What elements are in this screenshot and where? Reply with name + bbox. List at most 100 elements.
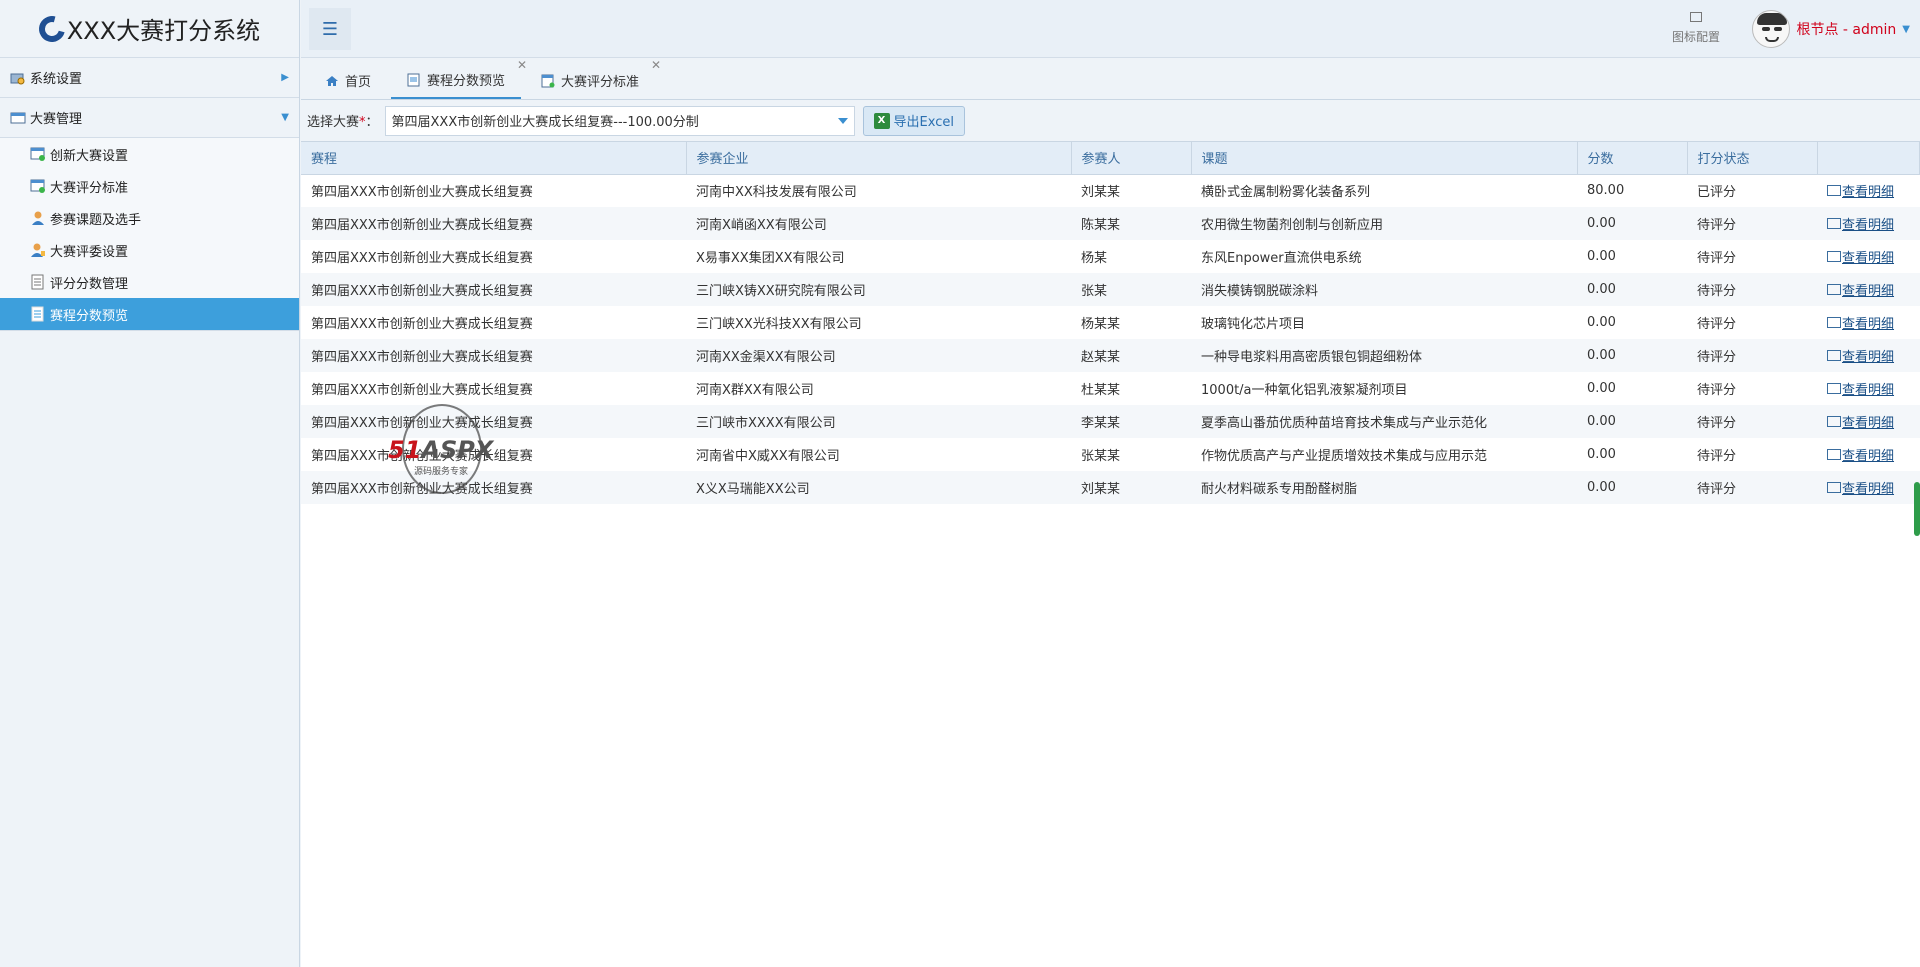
- tab-bar: 首页 赛程分数预览 ✕ 大赛评分标准 ✕: [301, 58, 1920, 100]
- table-cell: 消失模铸钢脱碳涂料: [1201, 284, 1319, 299]
- table-row: 第四届XXX市创新创业大赛成长组复赛 河南X峭函XX有限公司 陈某某 农用微生物菌剂创…: [301, 207, 1920, 240]
- table-cell: 0.00: [1587, 282, 1616, 297]
- table-cell: 河南X群XX有限公司: [696, 383, 814, 398]
- table-cell: 第四届XXX市创新创业大赛成长组复赛: [311, 284, 533, 299]
- table-cell: 张某某: [1081, 449, 1121, 464]
- user-name: 根节点 - admin: [1796, 22, 1897, 38]
- window-add-icon: [30, 146, 46, 162]
- sidebar-group-system-settings[interactable]: 系统设置 ▶: [0, 58, 299, 98]
- sidebar-item-judges[interactable]: 大赛评委设置: [0, 234, 299, 266]
- document-icon: [30, 274, 46, 290]
- table-cell-action: 查看明细: [1817, 471, 1920, 504]
- table-cell: 一种导电浆料用高密质银包铜超细粉体: [1201, 350, 1423, 365]
- column-header: 课题: [1191, 142, 1578, 175]
- app-title: XXX大赛打分系统: [66, 17, 261, 45]
- table-cell: 赵某某: [1081, 350, 1121, 365]
- chevron-right-icon: ▶: [281, 72, 289, 83]
- table-cell: 0.00: [1587, 480, 1616, 495]
- settings-icon: [10, 71, 26, 85]
- table-row: 第四届XXX市创新创业大赛成长组复赛 河南省中X威XX有限公司 张某某 作物优质高产与…: [301, 438, 1920, 471]
- table-header-row: 赛程 参赛企业 参赛人 课题 分数 打分状态: [301, 142, 1920, 175]
- tab-score-preview[interactable]: 赛程分数预览 ✕: [391, 58, 527, 99]
- view-detail-link[interactable]: 查看明细: [1827, 478, 1894, 497]
- table-cell-action: 查看明细: [1817, 240, 1920, 273]
- window-icon: [1827, 251, 1841, 262]
- table-cell: 三门峡X铸XX研究院有限公司: [696, 284, 866, 299]
- table-cell: 第四届XXX市创新创业大赛成长组复赛: [311, 383, 533, 398]
- view-detail-link[interactable]: 查看明细: [1827, 181, 1894, 200]
- sidebar-item-score-preview[interactable]: 赛程分数预览: [0, 298, 299, 330]
- column-header: 分数: [1577, 142, 1688, 175]
- table-cell: X义X马瑞能XX公司: [696, 482, 810, 497]
- view-detail-link[interactable]: 查看明细: [1827, 280, 1894, 299]
- window-icon: [1827, 317, 1841, 328]
- window-icon: [1827, 185, 1841, 197]
- table-cell: 0.00: [1587, 381, 1616, 396]
- table-cell: 0.00: [1587, 348, 1616, 363]
- app-logo: XXX大赛打分系统: [0, 0, 299, 58]
- view-detail-link[interactable]: 查看明细: [1827, 445, 1894, 464]
- table-cell: 待评分: [1697, 383, 1737, 398]
- table-cell: 夏季高山番茄优质种苗培育技术集成与产业示范化: [1201, 416, 1488, 431]
- score-table: 赛程 参赛企业 参赛人 课题 分数 打分状态 第四届XXX市创新创业大赛成长组复赛 河南中X…: [301, 142, 1920, 504]
- user-menu[interactable]: 根节点 - admin ▼: [1752, 10, 1910, 48]
- view-detail-link[interactable]: 查看明细: [1827, 214, 1894, 233]
- view-detail-link[interactable]: 查看明细: [1827, 412, 1894, 431]
- table-cell: 0.00: [1587, 249, 1616, 264]
- table-cell: 东风Enpower直流供电系统: [1201, 251, 1362, 266]
- table-cell: 0.00: [1587, 315, 1616, 330]
- table-cell: 横卧式金属制粉雾化装备系列: [1201, 185, 1371, 201]
- logo-icon: [34, 10, 70, 47]
- table-cell: 第四届XXX市创新创业大赛成长组复赛: [311, 482, 533, 497]
- sidebar: XXX大赛打分系统 系统设置 ▶ 大赛管理 ▼ 创新大赛设置 大赛评分标准 参赛…: [0, 0, 300, 967]
- sidebar-item-scoring-standard[interactable]: 大赛评分标准: [0, 170, 299, 202]
- column-header: 打分状态: [1687, 142, 1818, 175]
- table-row: 第四届XXX市创新创业大赛成长组复赛 三门峡市XXXX有限公司 李某某 夏季高山番茄优…: [301, 405, 1920, 438]
- table-cell: 第四届XXX市创新创业大赛成长组复赛: [311, 416, 533, 431]
- table-cell: 河南中XX科技发展有限公司: [696, 185, 857, 201]
- table-cell: 第四届XXX市创新创业大赛成长组复赛: [311, 317, 533, 332]
- sidebar-item-score-management[interactable]: 评分分数管理: [0, 266, 299, 298]
- table-cell: 河南X峭函XX有限公司: [696, 218, 827, 233]
- sidebar-item-topics-players[interactable]: 参赛课题及选手: [0, 202, 299, 234]
- table-cell-action: 查看明细: [1817, 339, 1920, 372]
- close-icon[interactable]: ✕: [651, 58, 661, 72]
- view-detail-link[interactable]: 查看明细: [1827, 346, 1894, 365]
- table-cell: 三门峡市XXXX有限公司: [696, 416, 836, 431]
- window-icon: [1827, 218, 1841, 229]
- table-cell: 第四届XXX市创新创业大赛成长组复赛: [311, 449, 533, 464]
- table-cell: 1000t/a一种氧化铝乳液絮凝剂项目: [1201, 383, 1408, 398]
- table-cell: X易事XX集团XX有限公司: [696, 251, 845, 266]
- tab-scoring-standard[interactable]: 大赛评分标准 ✕: [525, 58, 661, 99]
- window-icon: [1827, 350, 1841, 361]
- sidebar-item-contest-setup[interactable]: 创新大赛设置: [0, 138, 299, 170]
- page-icon: [407, 73, 421, 87]
- icon-config-button[interactable]: 图标配置: [1672, 12, 1720, 45]
- table-cell: 80.00: [1587, 183, 1625, 199]
- table-cell: 河南省中X威XX有限公司: [696, 449, 840, 464]
- scrollbar-thumb[interactable]: [1914, 482, 1920, 536]
- view-detail-link[interactable]: 查看明细: [1827, 313, 1894, 332]
- table-cell: 杨某某: [1081, 317, 1121, 332]
- table-cell: 待评分: [1697, 284, 1737, 299]
- view-detail-link[interactable]: 查看明细: [1827, 379, 1894, 398]
- page-icon: [541, 74, 555, 88]
- table-cell: 待评分: [1697, 218, 1737, 233]
- image-icon: [1689, 12, 1702, 22]
- view-detail-link[interactable]: 查看明细: [1827, 247, 1894, 266]
- table-row: 第四届XXX市创新创业大赛成长组复赛 河南中XX科技发展有限公司 刘某某 横卧式金属制…: [301, 174, 1920, 207]
- table-cell-action: 查看明细: [1817, 207, 1920, 240]
- table-cell: 待评分: [1697, 416, 1737, 431]
- table-cell: 0.00: [1587, 216, 1616, 231]
- table-cell: 三门峡XX光科技XX有限公司: [696, 317, 862, 332]
- table-cell: 杨某: [1081, 251, 1108, 266]
- menu-collapse-button[interactable]: ☰: [309, 8, 351, 50]
- sidebar-group-contest-management[interactable]: 大赛管理 ▼: [0, 98, 299, 138]
- tab-home[interactable]: 首页: [309, 62, 387, 99]
- document-icon: [30, 306, 46, 322]
- contest-select[interactable]: 第四届XXX市创新创业大赛成长组复赛---100.00分制: [384, 105, 855, 136]
- export-excel-button[interactable]: X 导出Excel: [862, 105, 965, 136]
- table-cell: 第四届XXX市创新创业大赛成长组复赛: [311, 218, 533, 233]
- table-cell: 农用微生物菌剂创制与创新应用: [1201, 218, 1384, 233]
- table-cell: 待评分: [1697, 482, 1737, 497]
